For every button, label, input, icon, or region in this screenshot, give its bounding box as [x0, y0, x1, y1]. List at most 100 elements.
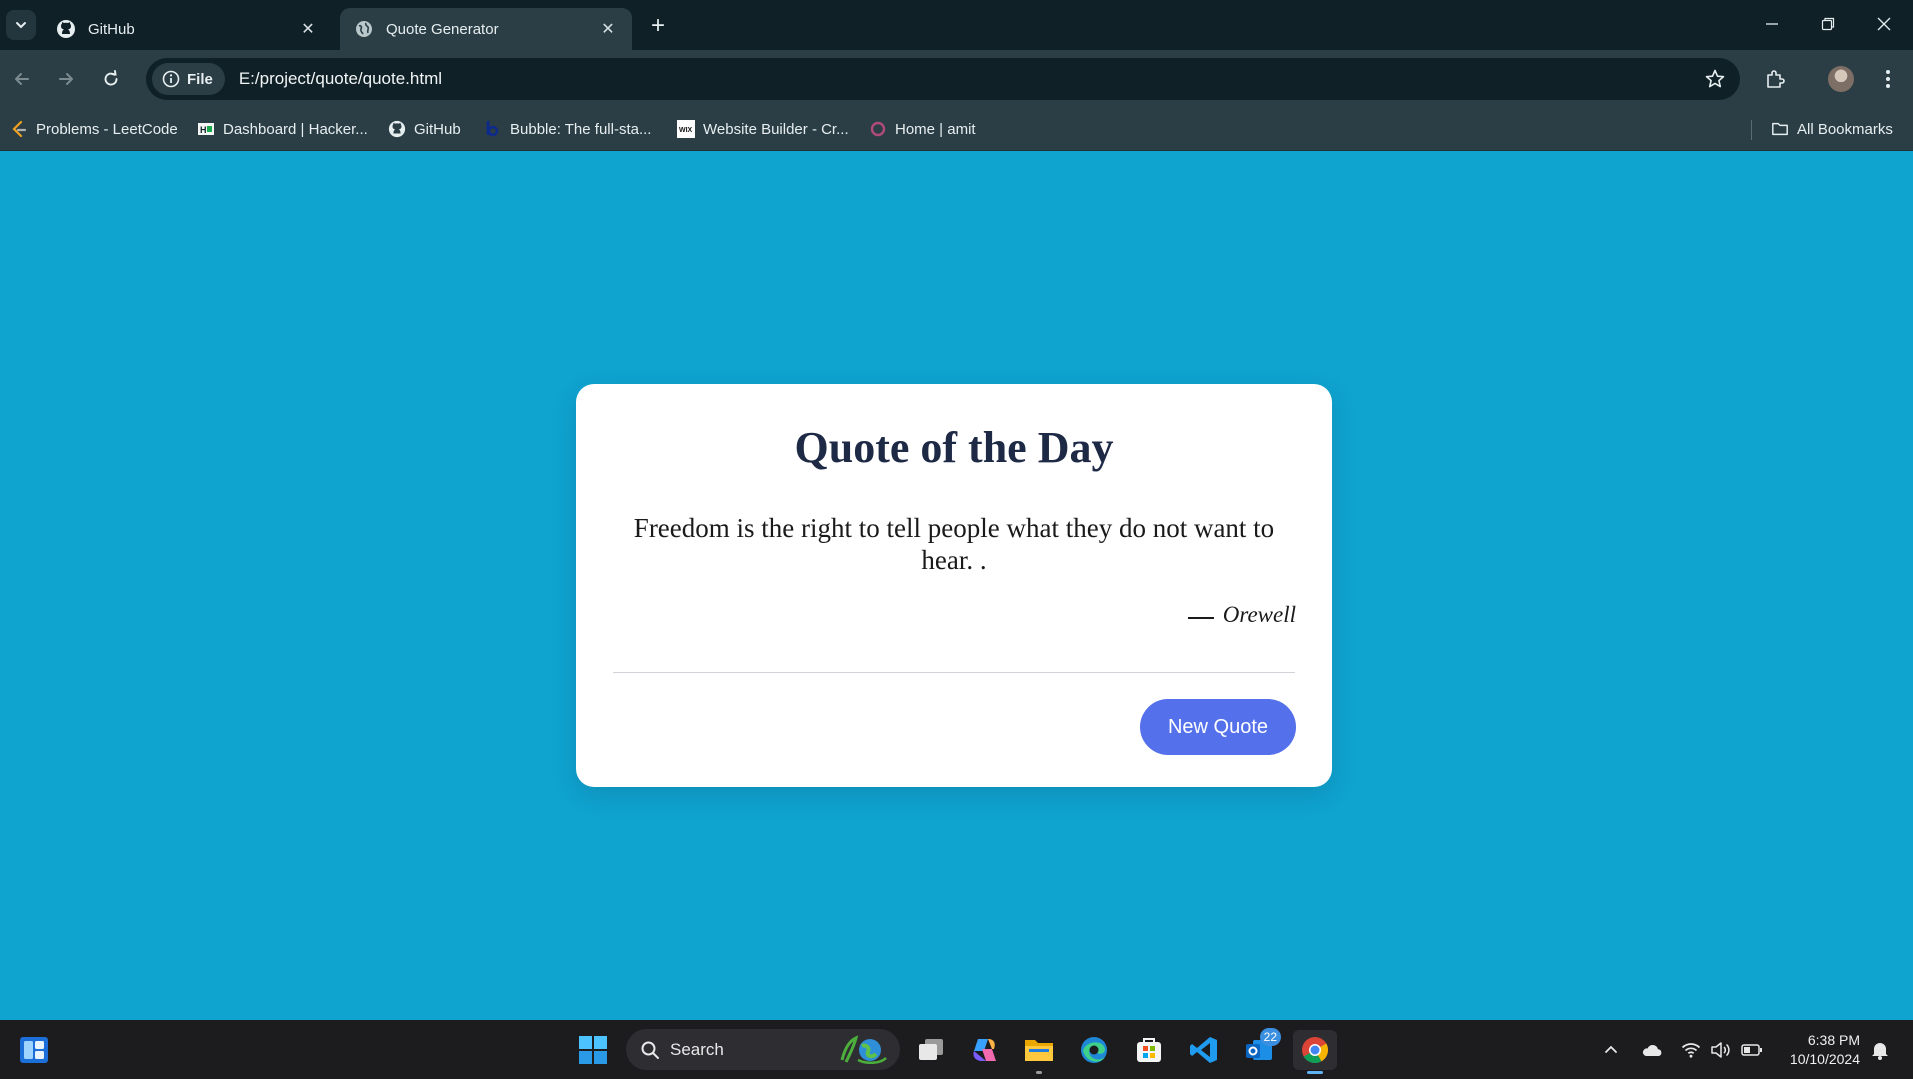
quote-text: Freedom is the right to tell people what…	[633, 513, 1275, 575]
arrow-left-icon	[15, 73, 29, 85]
copilot-button[interactable]	[965, 1030, 1005, 1070]
reload-button[interactable]	[95, 63, 127, 95]
task-view-button[interactable]	[911, 1030, 951, 1070]
address-bar[interactable]: File E:/project/quote/quote.html	[146, 58, 1740, 100]
github-icon	[388, 120, 406, 138]
notification-badge: 22	[1259, 1028, 1281, 1046]
new-quote-button[interactable]: New Quote	[1140, 699, 1296, 755]
author-name: Orewell	[1222, 602, 1296, 627]
menu-button[interactable]	[1872, 63, 1904, 95]
start-button[interactable]	[573, 1030, 613, 1070]
browser-toolbar: File E:/project/quote/quote.html	[0, 50, 1913, 108]
page-background: Quote of the Day Freedom is the right to…	[0, 151, 1913, 1020]
close-icon[interactable]: ✕	[598, 19, 618, 39]
all-bookmarks-button[interactable]: All Bookmarks	[1771, 117, 1893, 141]
battery-icon	[1741, 1044, 1762, 1056]
forward-button[interactable]	[50, 63, 82, 95]
chrome-button[interactable]	[1293, 1030, 1337, 1074]
extensions-button[interactable]	[1759, 63, 1791, 95]
copilot-icon	[973, 1039, 996, 1061]
new-tab-button[interactable]: +	[644, 12, 672, 40]
tab-search-button[interactable]	[6, 10, 36, 40]
bookmarks-separator	[1751, 120, 1752, 140]
vscode-button[interactable]	[1184, 1030, 1224, 1070]
chrome-icon	[1302, 1037, 1329, 1064]
bookmark-github[interactable]: GitHub	[388, 117, 461, 141]
circle-icon	[869, 120, 887, 138]
taskbar-search[interactable]: Search	[626, 1029, 900, 1070]
restore-icon	[1821, 17, 1835, 31]
clock-date: 10/10/2024	[1789, 1051, 1860, 1067]
speaker-icon	[1711, 1042, 1730, 1058]
tab-github[interactable]: GitHub ✕	[42, 8, 332, 50]
store-button[interactable]	[1129, 1030, 1169, 1070]
svg-text:H: H	[200, 125, 207, 135]
divider	[613, 672, 1295, 673]
bookmark-label: Bubble: The full-sta...	[510, 120, 652, 138]
bookmark-label: Problems - LeetCode	[36, 120, 178, 138]
site-chip-label: File	[187, 70, 213, 88]
site-info-chip[interactable]: File	[152, 63, 225, 95]
volume-button[interactable]	[1709, 1038, 1733, 1062]
bell-icon	[1872, 1043, 1888, 1060]
reload-icon	[104, 70, 118, 86]
quote-card: Quote of the Day Freedom is the right to…	[576, 384, 1332, 787]
hackerrank-icon: H	[197, 120, 215, 138]
bubble-icon	[484, 120, 502, 138]
wifi-icon	[1681, 1043, 1701, 1058]
author-dash	[1187, 617, 1214, 619]
taskbar: Search 22 6:38 PM 10/10/2024	[0, 1020, 1913, 1079]
folder-icon	[1771, 120, 1789, 138]
tab-title: Quote Generator	[386, 20, 499, 38]
more-vertical-icon	[1886, 70, 1890, 88]
bookmark-star-icon[interactable]	[1704, 68, 1726, 90]
url-text[interactable]: E:/project/quote/quote.html	[239, 69, 442, 89]
search-label: Search	[670, 1039, 724, 1059]
battery-button[interactable]	[1740, 1038, 1764, 1062]
task-view-icon	[919, 1039, 943, 1060]
chevron-down-icon	[16, 22, 26, 29]
bookmark-bubble[interactable]: Bubble: The full-sta...	[484, 117, 651, 141]
edge-button[interactable]	[1074, 1030, 1114, 1070]
store-icon	[1137, 1038, 1161, 1062]
minimize-button[interactable]	[1752, 8, 1792, 40]
system-clock[interactable]: 6:38 PM 10/10/2024	[1778, 1031, 1860, 1069]
outlook-button[interactable]: 22	[1239, 1028, 1281, 1070]
notifications-button[interactable]	[1868, 1038, 1892, 1062]
bookmark-wix[interactable]: WIX Website Builder - Cr...	[677, 117, 849, 141]
close-icon[interactable]: ✕	[298, 19, 318, 39]
restore-button[interactable]	[1808, 8, 1848, 40]
minimize-icon	[1766, 23, 1778, 25]
onedrive-button[interactable]	[1640, 1038, 1664, 1062]
wix-icon: WIX	[677, 120, 695, 138]
avatar	[1828, 66, 1854, 92]
close-icon	[1877, 17, 1891, 31]
show-hidden-icons-button[interactable]	[1599, 1038, 1623, 1062]
active-indicator	[1307, 1071, 1323, 1074]
widgets-button[interactable]	[14, 1030, 54, 1070]
profile-button[interactable]	[1825, 63, 1857, 95]
bookmark-leetcode[interactable]: Problems - LeetCode	[10, 117, 178, 141]
info-icon	[162, 70, 180, 88]
running-indicator	[1036, 1071, 1042, 1074]
clock-time: 6:38 PM	[1807, 1032, 1860, 1048]
page-title: Quote of the Day	[794, 423, 1114, 472]
globe-icon	[354, 19, 374, 39]
edge-icon	[1081, 1037, 1107, 1063]
puzzle-icon	[1767, 70, 1785, 88]
cloud-icon	[1642, 1044, 1662, 1056]
file-explorer-button[interactable]	[1019, 1030, 1059, 1074]
tab-quote-generator[interactable]: Quote Generator ✕	[340, 8, 632, 50]
arrow-right-icon	[59, 73, 73, 85]
windows-icon	[579, 1036, 607, 1064]
bookmark-home-amit[interactable]: Home | amit	[869, 117, 976, 141]
github-icon	[56, 19, 76, 39]
back-button[interactable]	[6, 63, 38, 95]
wifi-button[interactable]	[1679, 1038, 1703, 1062]
bookmark-hackerrank[interactable]: H Dashboard | Hacker...	[197, 117, 368, 141]
widgets-icon	[20, 1037, 48, 1063]
close-window-button[interactable]	[1864, 8, 1904, 40]
search-highlight-icon	[840, 1034, 887, 1064]
svg-text:WIX: WIX	[679, 127, 693, 134]
tab-strip: GitHub ✕ Quote Generator ✕ +	[0, 0, 1913, 50]
